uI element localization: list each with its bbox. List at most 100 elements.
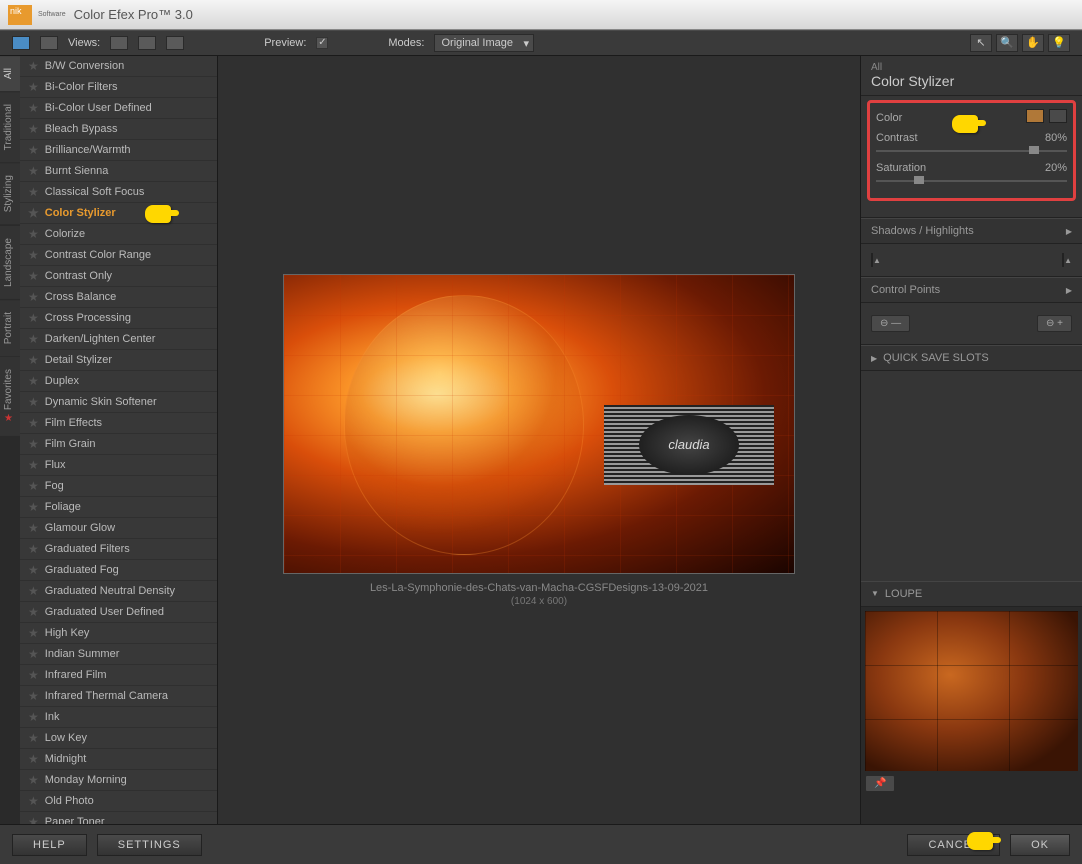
star-icon[interactable]: ★ <box>28 290 39 304</box>
preview-image[interactable]: claudia <box>283 274 795 574</box>
filter-item[interactable]: ★Graduated Fog <box>20 560 217 581</box>
filter-item[interactable]: ★Contrast Only <box>20 266 217 287</box>
star-icon[interactable]: ★ <box>28 479 39 493</box>
shadows-highlights-header[interactable]: Shadows / Highlights ▶ <box>861 218 1082 244</box>
star-icon[interactable]: ★ <box>28 227 39 241</box>
filter-item[interactable]: ★Ink <box>20 707 217 728</box>
star-icon[interactable]: ★ <box>28 185 39 199</box>
view-split-icon[interactable] <box>40 36 58 50</box>
filter-item[interactable]: ★Low Key <box>20 728 217 749</box>
preview-checkbox[interactable]: ✓ <box>316 37 328 49</box>
star-icon[interactable]: ★ <box>28 500 39 514</box>
filter-item[interactable]: ★Graduated Neutral Density <box>20 581 217 602</box>
star-icon[interactable]: ★ <box>28 395 39 409</box>
light-tool-icon[interactable]: 💡 <box>1048 34 1070 52</box>
star-icon[interactable]: ★ <box>28 206 39 220</box>
loupe-pin-button[interactable]: 📌 <box>865 775 895 792</box>
filter-item[interactable]: ★Color Stylizer <box>20 203 217 224</box>
tab-portrait[interactable]: Portrait <box>0 300 20 356</box>
slider-thumb-icon[interactable] <box>1029 146 1039 154</box>
filter-item[interactable]: ★Infrared Film <box>20 665 217 686</box>
star-icon[interactable]: ★ <box>28 605 39 619</box>
contrast-slider[interactable] <box>876 150 1067 152</box>
filter-item[interactable]: ★Contrast Color Range <box>20 245 217 266</box>
filter-item[interactable]: ★Bi-Color Filters <box>20 77 217 98</box>
layout-2-icon[interactable] <box>138 36 156 50</box>
filter-item[interactable]: ★Darken/Lighten Center <box>20 329 217 350</box>
loupe-image[interactable] <box>865 611 1078 771</box>
star-icon[interactable]: ★ <box>28 416 39 430</box>
star-icon[interactable]: ★ <box>28 353 39 367</box>
filter-item[interactable]: ★Flux <box>20 455 217 476</box>
saturation-slider[interactable] <box>876 180 1067 182</box>
loupe-header[interactable]: ▼ LOUPE <box>861 581 1082 607</box>
filter-item[interactable]: ★Duplex <box>20 371 217 392</box>
tab-stylizing[interactable]: Stylizing <box>0 163 20 224</box>
filter-item[interactable]: ★Cross Processing <box>20 308 217 329</box>
filter-item[interactable]: ★B/W Conversion <box>20 56 217 77</box>
star-icon[interactable]: ★ <box>28 164 39 178</box>
star-icon[interactable]: ★ <box>28 794 39 808</box>
star-icon[interactable]: ★ <box>28 752 39 766</box>
filter-item[interactable]: ★Brilliance/Warmth <box>20 140 217 161</box>
star-icon[interactable]: ★ <box>28 374 39 388</box>
view-single-icon[interactable] <box>12 36 30 50</box>
filter-item[interactable]: ★Graduated User Defined <box>20 602 217 623</box>
star-icon[interactable]: ★ <box>28 542 39 556</box>
filter-item[interactable]: ★Graduated Filters <box>20 539 217 560</box>
pointer-tool-icon[interactable]: ↖ <box>970 34 992 52</box>
filter-item[interactable]: ★Detail Stylizer <box>20 350 217 371</box>
filter-item[interactable]: ★Foliage <box>20 497 217 518</box>
filter-item[interactable]: ★Paper Toner <box>20 812 217 824</box>
star-icon[interactable]: ★ <box>28 647 39 661</box>
tab-traditional[interactable]: Traditional <box>0 92 20 162</box>
tab-landscape[interactable]: Landscape <box>0 226 20 299</box>
filter-item[interactable]: ★Midnight <box>20 749 217 770</box>
eyedropper-icon[interactable] <box>1049 109 1067 123</box>
filter-item[interactable]: ★Glamour Glow <box>20 518 217 539</box>
filter-item[interactable]: ★Film Grain <box>20 434 217 455</box>
star-icon[interactable]: ★ <box>28 101 39 115</box>
filter-item[interactable]: ★Dynamic Skin Softener <box>20 392 217 413</box>
star-icon[interactable]: ★ <box>28 584 39 598</box>
quick-save-header[interactable]: ▶ QUICK SAVE SLOTS <box>861 345 1082 371</box>
cp-minus-button[interactable]: ⊖ — <box>871 315 910 332</box>
star-icon[interactable]: ★ <box>28 59 39 73</box>
filter-list[interactable]: ★B/W Conversion★Bi-Color Filters★Bi-Colo… <box>20 56 218 824</box>
star-icon[interactable]: ★ <box>28 563 39 577</box>
cp-plus-button[interactable]: ⊖ + <box>1037 315 1072 332</box>
star-icon[interactable]: ★ <box>28 626 39 640</box>
color-swatch[interactable] <box>1026 109 1044 123</box>
filter-item[interactable]: ★Colorize <box>20 224 217 245</box>
filter-item[interactable]: ★Old Photo <box>20 791 217 812</box>
star-icon[interactable]: ★ <box>28 332 39 346</box>
star-icon[interactable]: ★ <box>28 143 39 157</box>
star-icon[interactable]: ★ <box>28 122 39 136</box>
star-icon[interactable]: ★ <box>28 311 39 325</box>
star-icon[interactable]: ★ <box>28 689 39 703</box>
filter-item[interactable]: ★Monday Morning <box>20 770 217 791</box>
modes-dropdown[interactable]: Original Image <box>434 34 534 52</box>
star-icon[interactable]: ★ <box>28 668 39 682</box>
star-icon[interactable]: ★ <box>28 731 39 745</box>
filter-item[interactable]: ★Indian Summer <box>20 644 217 665</box>
tab-favorites[interactable]: ★ Favorites <box>0 357 20 436</box>
zoom-tool-icon[interactable]: 🔍 <box>996 34 1018 52</box>
slider-thumb-icon[interactable] <box>914 176 924 184</box>
filter-item[interactable]: ★Bleach Bypass <box>20 119 217 140</box>
star-icon[interactable]: ★ <box>28 458 39 472</box>
star-icon[interactable]: ★ <box>28 437 39 451</box>
filter-item[interactable]: ★Fog <box>20 476 217 497</box>
filter-item[interactable]: ★Classical Soft Focus <box>20 182 217 203</box>
help-button[interactable]: HELP <box>12 834 87 856</box>
filter-item[interactable]: ★Cross Balance <box>20 287 217 308</box>
cancel-button[interactable]: CANCEL <box>907 834 1000 856</box>
ok-button[interactable]: OK <box>1010 834 1070 856</box>
hand-tool-icon[interactable]: ✋ <box>1022 34 1044 52</box>
layout-1-icon[interactable] <box>110 36 128 50</box>
star-icon[interactable]: ★ <box>28 80 39 94</box>
filter-item[interactable]: ★Film Effects <box>20 413 217 434</box>
star-icon[interactable]: ★ <box>28 521 39 535</box>
star-icon[interactable]: ★ <box>28 773 39 787</box>
settings-button[interactable]: SETTINGS <box>97 834 202 856</box>
